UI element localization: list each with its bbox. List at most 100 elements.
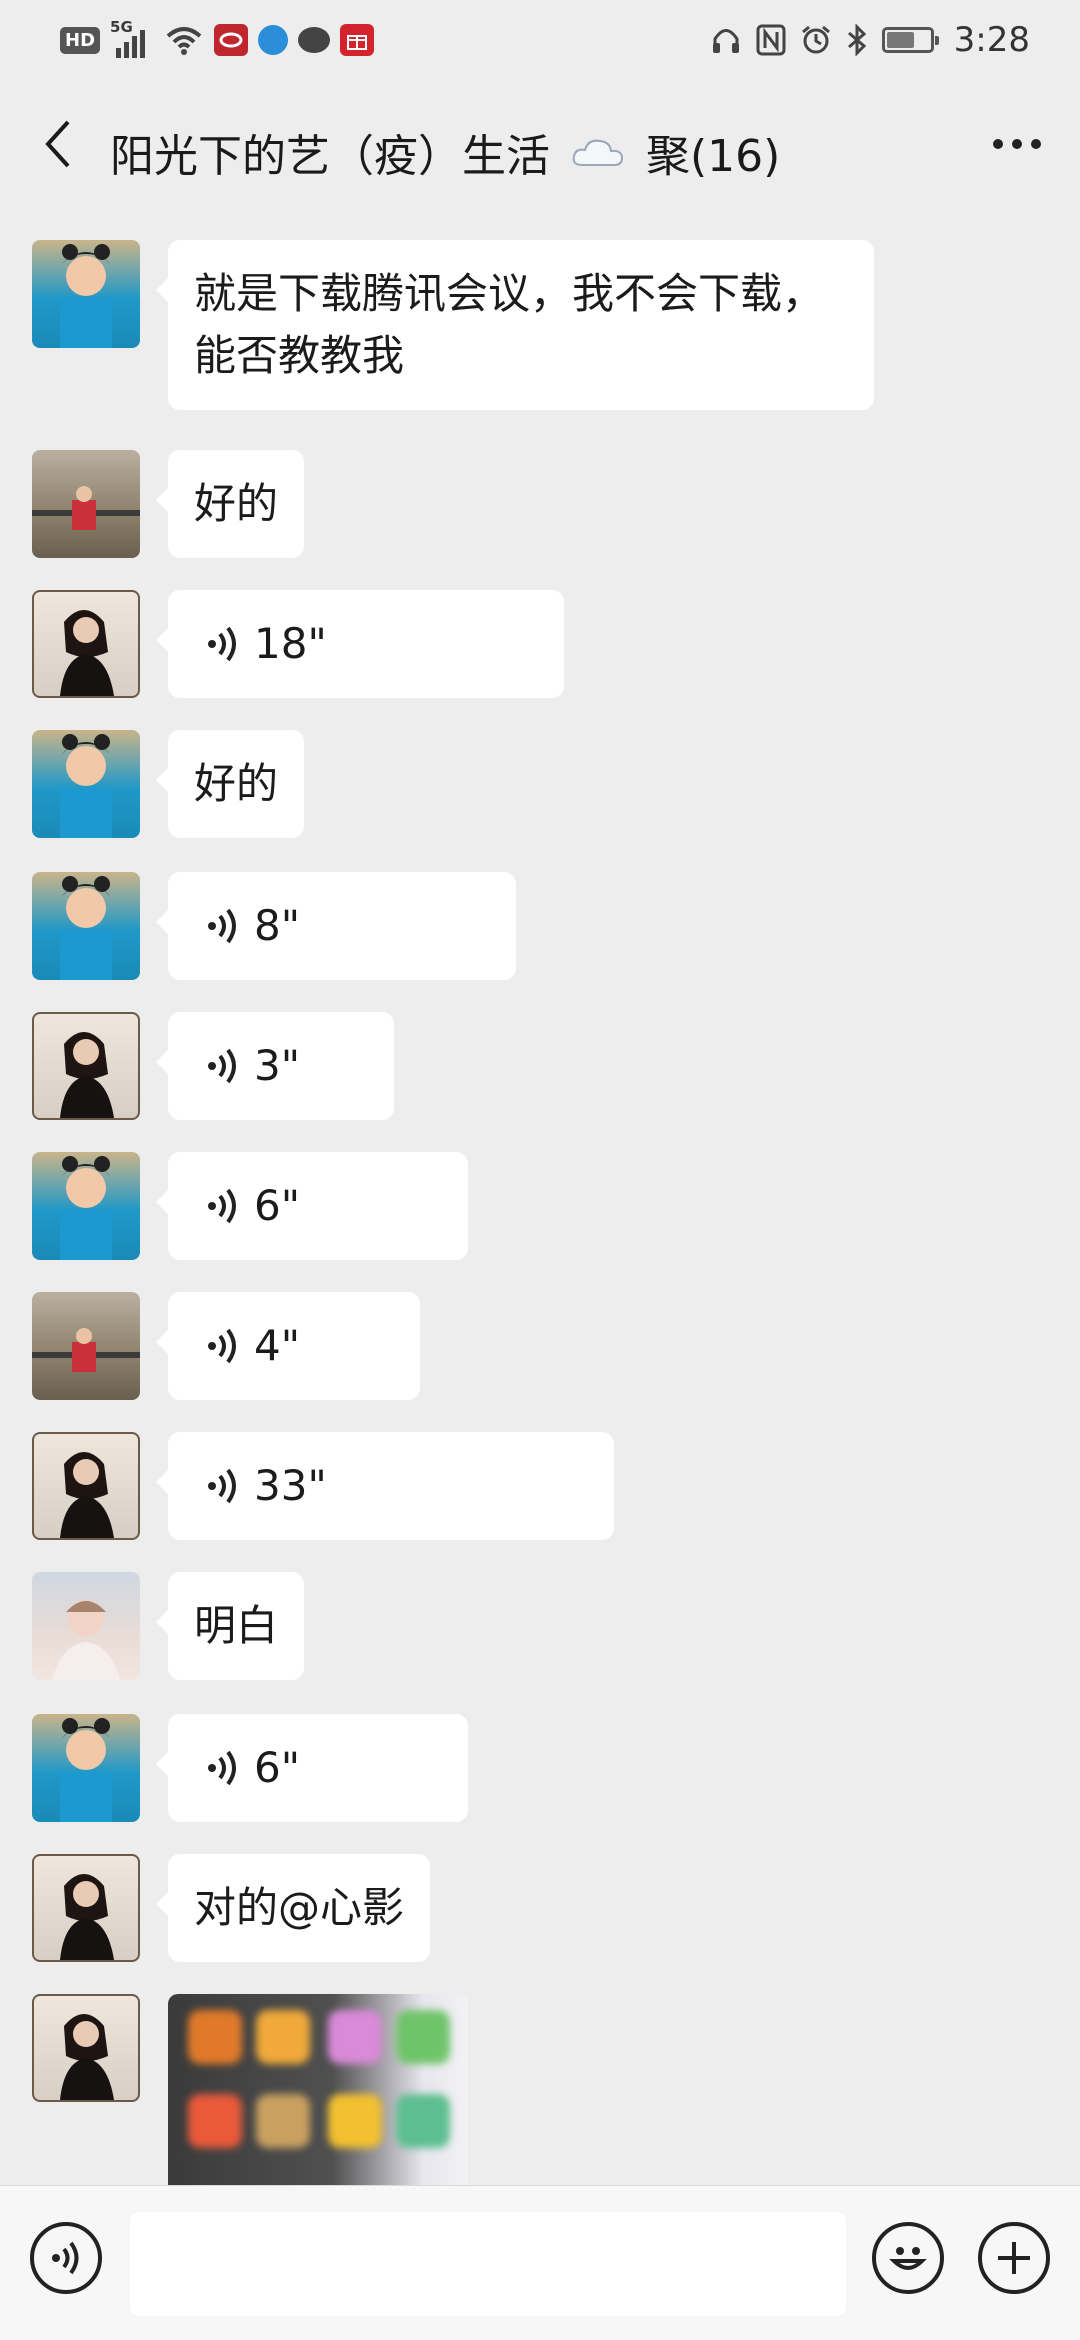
message-text: 能否教教我 — [194, 331, 405, 380]
voice-duration: 8" — [254, 901, 301, 950]
message-text: 好的 — [194, 479, 279, 528]
text-bubble[interactable]: 对的@心影 — [155, 1854, 431, 1962]
message-item: 33" — [32, 1432, 614, 1540]
status-bar: HD 5G 3:28 — [0, 0, 1080, 80]
voice-duration: 33" — [254, 1461, 327, 1510]
blurred-app-icon — [396, 2010, 450, 2064]
message-item: 18" — [32, 590, 564, 698]
voice-bubble[interactable]: 6" — [156, 1152, 468, 1260]
message-text: 明白 — [194, 1601, 279, 1650]
voice-duration: 4" — [254, 1321, 301, 1370]
voice-duration: 18" — [254, 619, 327, 668]
message-item: 明白 — [32, 1572, 305, 1680]
gift-app-icon — [340, 24, 375, 56]
more-dot — [993, 139, 1003, 149]
message-item: 好的 — [32, 450, 305, 558]
avatar[interactable] — [32, 872, 140, 980]
voice-input-button[interactable] — [30, 2222, 102, 2294]
emoji-button[interactable] — [872, 2222, 944, 2294]
more-functions-button[interactable] — [978, 2222, 1050, 2294]
wifi-icon — [166, 27, 202, 55]
message-item — [32, 1994, 468, 2186]
blurred-app-icon — [396, 2094, 450, 2148]
voice-wave-icon — [208, 1328, 236, 1364]
voice-bubble[interactable]: 18" — [156, 590, 564, 698]
chat-messages[interactable]: 就是下载腾讯会议，我不会下载， 能否教教我 好的 18" 好的 8" 3" 6"… — [0, 210, 1080, 2186]
browser-icon — [258, 25, 289, 55]
more-dot — [1012, 139, 1022, 149]
voice-wave-icon — [208, 626, 236, 662]
avatar[interactable] — [32, 450, 140, 558]
input-bar — [0, 2185, 1080, 2340]
blurred-app-icon — [328, 2010, 382, 2064]
message-item: 就是下载腾讯会议，我不会下载， 能否教教我 — [32, 240, 874, 410]
chat-header: 阳光下的艺（疫）生活 聚(16) — [0, 80, 1080, 210]
avatar[interactable] — [32, 1572, 140, 1680]
image-bubble[interactable] — [168, 1994, 468, 2186]
avatar[interactable] — [32, 1854, 140, 1962]
message-item: 3" — [32, 1012, 394, 1120]
avatar[interactable] — [32, 1292, 140, 1400]
avatar[interactable] — [32, 1432, 140, 1540]
cloud-icon — [572, 139, 624, 166]
message-item: 好的 — [32, 730, 305, 838]
message-text: 就是下载腾讯会议，我不会下载， — [194, 269, 825, 318]
app-notification-icon — [214, 24, 249, 56]
voice-duration: 6" — [254, 1743, 301, 1792]
chat-title: 阳光下的艺（疫）生活 聚(16) — [110, 120, 780, 184]
status-time: 3:28 — [953, 20, 1030, 60]
avatar[interactable] — [32, 1714, 140, 1822]
emoji-icon — [889, 2247, 927, 2270]
voice-wave-icon — [208, 1048, 236, 1084]
avatar[interactable] — [32, 1012, 140, 1120]
voice-wave-icon — [208, 908, 236, 944]
signal-icon: 5G — [110, 18, 154, 58]
avatar[interactable] — [32, 730, 140, 838]
message-item: 6" — [32, 1714, 468, 1822]
avatar[interactable] — [32, 1152, 140, 1260]
avatar[interactable] — [32, 590, 140, 698]
message-input[interactable] — [130, 2212, 846, 2316]
voice-bubble[interactable]: 4" — [156, 1292, 420, 1400]
nfc-icon — [756, 24, 786, 56]
plus-icon — [998, 2242, 1030, 2274]
more-dot — [1031, 139, 1041, 149]
text-bubble[interactable]: 就是下载腾讯会议，我不会下载， 能否教教我 — [156, 240, 874, 410]
text-bubble[interactable]: 明白 — [155, 1572, 305, 1680]
voice-bubble[interactable]: 6" — [156, 1714, 468, 1822]
message-text: 对的@心影 — [194, 1883, 405, 1932]
headphones-icon — [712, 29, 739, 53]
voice-wave-icon — [208, 1750, 236, 1786]
more-options-button[interactable] — [982, 114, 1052, 174]
voice-bubble[interactable]: 8" — [156, 872, 516, 980]
voice-duration: 3" — [254, 1041, 301, 1090]
text-bubble[interactable]: 好的 — [155, 450, 305, 558]
voice-wave-icon — [208, 1188, 236, 1224]
blurred-app-icon — [256, 2010, 310, 2064]
blurred-app-icon — [188, 2010, 242, 2064]
avatar[interactable] — [32, 1994, 140, 2102]
hd-badge: HD — [60, 26, 101, 54]
message-item: 对的@心影 — [32, 1854, 431, 1962]
text-bubble[interactable]: 好的 — [155, 730, 305, 838]
message-text: 好的 — [194, 759, 279, 808]
blurred-app-icon — [328, 2094, 382, 2148]
voice-icon — [52, 2241, 79, 2275]
group-name: 阳光下的艺（疫）生活 — [110, 131, 550, 182]
message-item: 8" — [32, 872, 516, 980]
message-icon — [298, 27, 331, 53]
voice-wave-icon — [208, 1468, 236, 1504]
group-subtitle: 聚(16) — [646, 131, 781, 182]
blurred-app-icon — [256, 2094, 310, 2148]
voice-bubble[interactable]: 3" — [156, 1012, 394, 1120]
voice-duration: 6" — [254, 1181, 301, 1230]
chevron-left-icon — [45, 120, 70, 168]
alarm-icon — [801, 25, 830, 54]
message-item: 4" — [32, 1292, 420, 1400]
bluetooth-icon — [847, 24, 866, 56]
back-button[interactable] — [28, 114, 88, 174]
voice-bubble[interactable]: 33" — [156, 1432, 614, 1540]
message-item: 6" — [32, 1152, 468, 1260]
avatar[interactable] — [32, 240, 140, 348]
battery-icon — [881, 27, 939, 53]
